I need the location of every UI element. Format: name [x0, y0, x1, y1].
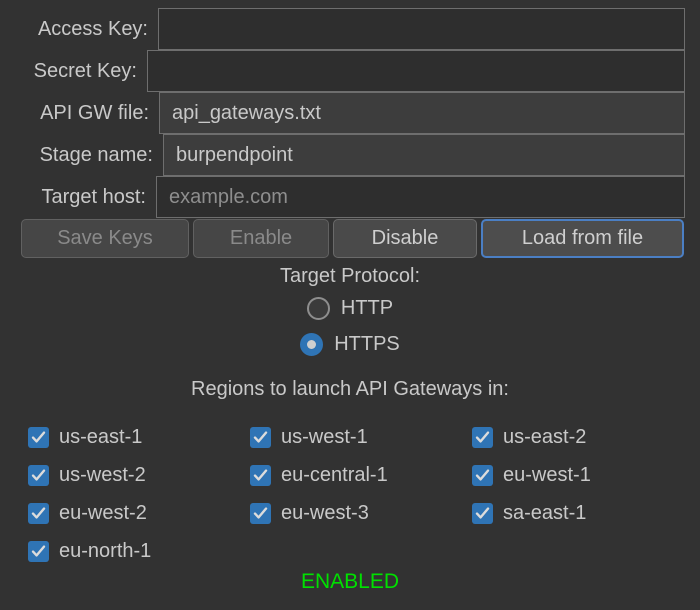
- secret-key-label: Secret Key:: [33, 60, 137, 82]
- region-row: us-west-2 eu-central-1 eu-west-1: [28, 456, 688, 494]
- protocol-option-https-label: HTTPS: [334, 332, 400, 355]
- save-keys-button[interactable]: Save Keys: [21, 219, 189, 258]
- form-row-access-key: Access Key:: [0, 8, 700, 50]
- check-icon[interactable]: [250, 464, 271, 486]
- region-checkbox-sa-east-1[interactable]: sa-east-1: [472, 502, 694, 525]
- region-checkbox-eu-north-1[interactable]: eu-north-1: [28, 540, 250, 563]
- form-row-api-gw-file: API GW file: api_gateways.txt: [0, 92, 700, 134]
- protocol-option-http-row: HTTP: [0, 290, 700, 326]
- check-icon[interactable]: [28, 464, 49, 486]
- check-icon[interactable]: [472, 464, 493, 486]
- api-gw-file-value: api_gateways.txt: [172, 101, 321, 124]
- access-key-label: Access Key:: [37, 18, 148, 40]
- check-icon[interactable]: [28, 540, 49, 562]
- target-host-label: Target host:: [41, 186, 146, 208]
- check-icon[interactable]: [472, 426, 493, 448]
- radio-checked-icon[interactable]: [300, 332, 324, 356]
- region-row: us-east-1 us-west-1 us-east-2: [28, 418, 688, 456]
- region-label: eu-west-2: [59, 501, 147, 524]
- enable-button[interactable]: Enable: [193, 219, 329, 258]
- protocol-option-https[interactable]: HTTPS: [300, 332, 400, 356]
- credentials-form: Access Key: Secret Key: API GW file: api…: [0, 8, 700, 218]
- protocol-option-https-row: HTTPS: [0, 326, 700, 362]
- form-row-secret-key: Secret Key:: [0, 50, 700, 92]
- region-label: eu-west-1: [503, 463, 591, 486]
- form-row-stage-name: Stage name: burpendpoint: [0, 134, 700, 176]
- target-protocol-section: Target Protocol: HTTP HTTPS: [0, 262, 700, 362]
- region-row: eu-west-2 eu-west-3 sa-east-1: [28, 494, 688, 532]
- region-checkbox-eu-west-3[interactable]: eu-west-3: [250, 502, 472, 525]
- check-icon[interactable]: [28, 502, 49, 524]
- region-checkbox-us-west-2[interactable]: us-west-2: [28, 464, 250, 487]
- region-checkbox-eu-west-1[interactable]: eu-west-1: [472, 464, 694, 487]
- disable-button[interactable]: Disable: [333, 219, 477, 258]
- action-button-bar: Save Keys Enable Disable Load from file: [0, 219, 700, 259]
- regions-title: Regions to launch API Gateways in:: [191, 378, 509, 400]
- region-checkbox-us-east-1[interactable]: us-east-1: [28, 426, 250, 449]
- region-checkbox-us-east-2[interactable]: us-east-2: [472, 426, 694, 449]
- target-protocol-title: Target Protocol:: [279, 265, 421, 287]
- check-icon[interactable]: [472, 502, 493, 524]
- region-label: eu-west-3: [281, 501, 369, 524]
- region-label: us-west-2: [59, 463, 146, 486]
- regions-checkbox-grid: us-east-1 us-west-1 us-east-2 us-west-2 …: [28, 418, 688, 570]
- region-label: us-east-1: [59, 425, 143, 448]
- check-icon[interactable]: [250, 502, 271, 524]
- region-label: eu-central-1: [281, 463, 388, 486]
- stage-name-input[interactable]: burpendpoint: [163, 134, 685, 176]
- region-checkbox-us-west-1[interactable]: us-west-1: [250, 426, 472, 449]
- region-label: us-west-1: [281, 425, 368, 448]
- status-text: ENABLED: [300, 570, 400, 593]
- secret-key-input[interactable]: [147, 50, 685, 92]
- region-row: eu-north-1: [28, 532, 688, 570]
- stage-name-value: burpendpoint: [176, 143, 293, 166]
- protocol-option-http-label: HTTP: [340, 296, 394, 319]
- region-label: us-east-2: [503, 425, 587, 448]
- region-checkbox-eu-west-2[interactable]: eu-west-2: [28, 502, 250, 525]
- region-label: sa-east-1: [503, 501, 587, 524]
- load-from-file-button[interactable]: Load from file: [481, 219, 684, 258]
- check-icon[interactable]: [250, 426, 271, 448]
- stage-name-label: Stage name:: [39, 144, 153, 166]
- region-checkbox-eu-central-1[interactable]: eu-central-1: [250, 464, 472, 487]
- check-icon[interactable]: [28, 426, 49, 448]
- form-row-target-host: Target host: example.com: [0, 176, 700, 218]
- target-host-input[interactable]: example.com: [156, 176, 685, 218]
- radio-unchecked-icon[interactable]: [306, 296, 330, 320]
- api-gw-file-input[interactable]: api_gateways.txt: [159, 92, 685, 134]
- region-label: eu-north-1: [59, 539, 152, 562]
- access-key-input[interactable]: [158, 8, 685, 50]
- protocol-option-http[interactable]: HTTP: [306, 296, 394, 320]
- target-host-placeholder: example.com: [169, 185, 288, 208]
- api-gw-file-label: API GW file:: [40, 102, 149, 124]
